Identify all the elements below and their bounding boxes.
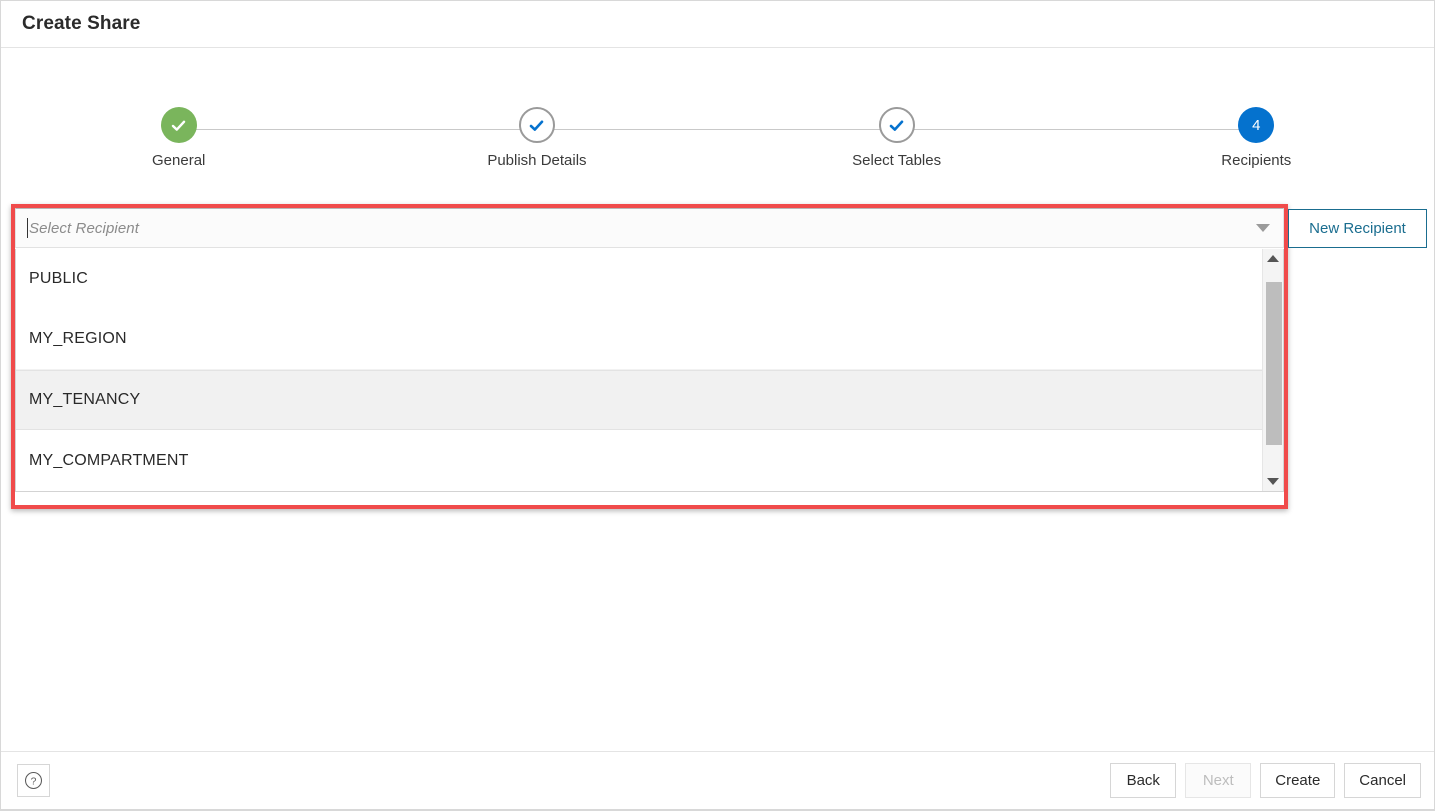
check-icon <box>887 116 906 135</box>
stepper-connector-line <box>179 129 1256 130</box>
create-share-dialog: Create Share General <box>0 0 1435 811</box>
stepper-step-recipients[interactable]: 4 Recipients <box>1156 107 1356 169</box>
scroll-down-arrow-icon <box>1267 478 1279 485</box>
list-item[interactable]: MY_COMPARTMENT <box>16 430 1262 491</box>
check-icon <box>527 116 546 135</box>
question-mark-circle-icon: ? <box>24 771 43 790</box>
step-label-select-tables: Select Tables <box>852 152 941 169</box>
svg-text:?: ? <box>31 776 37 787</box>
list-item[interactable]: MY_TENANCY <box>16 370 1262 431</box>
new-recipient-button[interactable]: New Recipient <box>1288 209 1427 248</box>
page-title: Create Share <box>22 13 140 35</box>
chevron-down-icon[interactable] <box>1256 224 1270 232</box>
step-marker-recipients[interactable]: 4 <box>1238 107 1274 143</box>
recipient-dropdown-list: PUBLIC MY_REGION MY_TENANCY MY_COMPARTME… <box>15 249 1284 492</box>
footer-action-buttons: Back Next Create Cancel <box>1110 763 1421 798</box>
text-cursor <box>27 218 28 238</box>
recipient-select-input[interactable]: Select Recipient <box>15 208 1284 248</box>
wizard-stepper: General Publish Details Select Tab <box>1 48 1434 148</box>
stepper-step-general[interactable]: General <box>79 107 279 169</box>
recipient-option-list: PUBLIC MY_REGION MY_TENANCY MY_COMPARTME… <box>16 249 1262 491</box>
check-icon <box>169 116 188 135</box>
next-button: Next <box>1185 763 1251 798</box>
step-label-publish-details: Publish Details <box>487 152 586 169</box>
list-item[interactable]: MY_REGION <box>16 309 1262 370</box>
scrollbar-down-button[interactable] <box>1263 472 1284 491</box>
dropdown-scrollbar[interactable] <box>1262 249 1283 491</box>
list-item-label: MY_REGION <box>29 330 127 348</box>
step-label-general: General <box>152 152 205 169</box>
help-button[interactable]: ? <box>17 764 50 797</box>
stepper-step-select-tables[interactable]: Select Tables <box>797 107 997 169</box>
stepper-step-publish-details[interactable]: Publish Details <box>437 107 637 169</box>
scrollbar-thumb[interactable] <box>1266 282 1282 445</box>
list-item[interactable]: PUBLIC <box>16 249 1262 309</box>
back-button[interactable]: Back <box>1110 763 1176 798</box>
dialog-body: General Publish Details Select Tab <box>1 48 1434 751</box>
dialog-header: Create Share <box>1 1 1434 48</box>
step-marker-select-tables[interactable] <box>879 107 915 143</box>
list-item-label: MY_TENANCY <box>29 391 140 409</box>
scrollbar-up-button[interactable] <box>1263 249 1284 268</box>
scroll-up-arrow-icon <box>1267 255 1279 262</box>
recipient-select-placeholder: Select Recipient <box>29 220 139 237</box>
list-item-label: MY_COMPARTMENT <box>29 452 189 470</box>
dialog-footer: ? Back Next Create Cancel <box>1 751 1434 809</box>
cancel-button[interactable]: Cancel <box>1344 763 1421 798</box>
create-button[interactable]: Create <box>1260 763 1335 798</box>
step-number-badge: 4 <box>1252 118 1260 133</box>
step-marker-publish-details[interactable] <box>519 107 555 143</box>
step-label-recipients: Recipients <box>1221 152 1291 169</box>
recipient-select-row: Select Recipient <box>15 208 1284 248</box>
step-marker-general[interactable] <box>161 107 197 143</box>
list-item-label: PUBLIC <box>29 270 88 288</box>
